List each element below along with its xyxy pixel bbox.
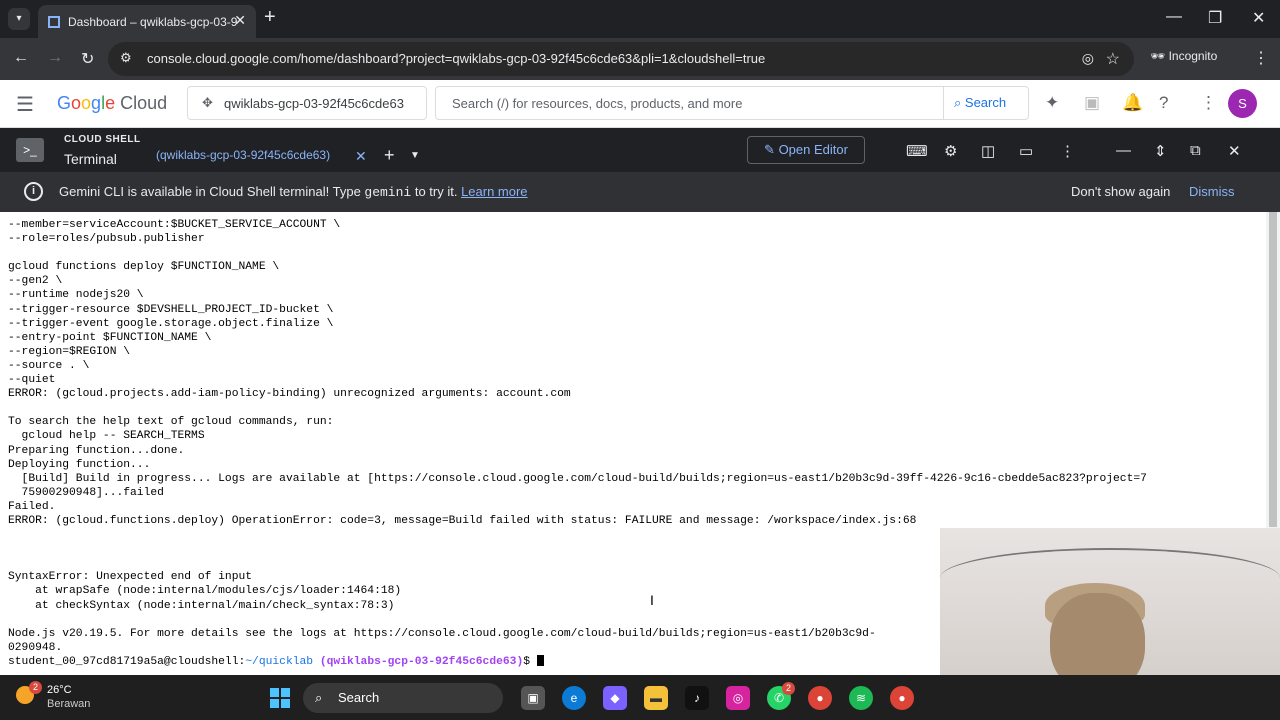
spotify-icon[interactable]: ≋ (849, 686, 873, 710)
address-bar[interactable]: ⚙ console.cloud.google.com/home/dashboar… (108, 42, 1134, 76)
copilot-icon[interactable]: ◆ (603, 686, 627, 710)
weather-widget[interactable]: 26°C Berawan (14, 683, 90, 711)
search-input[interactable]: Search (/) for resources, docs, products… (435, 86, 1029, 120)
prompt-user: student_00_97cd81719a5a@cloudshell: (8, 655, 246, 668)
edge-icon[interactable]: e (562, 686, 586, 710)
search-button[interactable]: ⌕ Search (943, 87, 1028, 119)
close-icon[interactable]: ✕ (1252, 8, 1265, 28)
minimize-icon[interactable]: — (1166, 8, 1182, 26)
tab-title: Dashboard – qwiklabs-gcp-03-92f45c6cde63 (68, 14, 238, 29)
learn-more-link[interactable]: Learn more (461, 184, 527, 199)
more-icon[interactable]: ⋮ (1060, 142, 1075, 160)
minimize-panel-icon[interactable]: — (1116, 142, 1131, 159)
nav-menu-icon[interactable]: ☰ (16, 92, 34, 117)
cloud-shell-label: CLOUD SHELL (64, 134, 141, 145)
tab-favicon-icon (48, 15, 60, 28)
tab-close-icon[interactable]: ✕ (234, 12, 246, 29)
cloud-shell-title: Terminal (64, 151, 117, 167)
address-bar-row: ← → ↻ ⚙ console.cloud.google.com/home/da… (0, 38, 1280, 80)
browser-menu-icon[interactable]: ⋮ (1253, 48, 1269, 68)
file-explorer-icon[interactable]: ▬ (644, 686, 668, 710)
tab-session[interactable]: (qwiklabs-gcp-03-92f45c6cde63) (156, 148, 331, 174)
back-icon[interactable]: ← (13, 49, 29, 67)
chrome-icon[interactable]: ● (808, 686, 832, 710)
project-picker[interactable]: ✥ qwiklabs-gcp-03-92f45c6cde63 (187, 86, 427, 120)
webcam-person (1050, 593, 1145, 675)
cloud-shell-icon[interactable]: ▣ (1084, 93, 1100, 113)
info-icon: i (24, 182, 43, 201)
browser-tab[interactable]: Dashboard – qwiklabs-gcp-03-92f45c6cde63… (38, 5, 256, 38)
resize-panel-icon[interactable]: ⇕ (1154, 142, 1167, 160)
webcam-overlay (940, 528, 1280, 675)
eye-off-icon[interactable]: ◎ (1082, 50, 1094, 67)
close-panel-icon[interactable]: ✕ (1228, 142, 1241, 160)
project-name: qwiklabs-gcp-03-92f45c6cde63 (224, 96, 404, 111)
chevron-down-icon[interactable]: ▼ (410, 150, 420, 161)
project-icon: ✥ (202, 95, 213, 110)
console-header: ☰ Google Cloud ✥ qwiklabs-gcp-03-92f45c6… (0, 80, 1280, 128)
prompt-project: (qwiklabs-gcp-03-92f45c6cde63) (319, 655, 524, 668)
search-placeholder: Search (/) for resources, docs, products… (452, 96, 743, 111)
notice-message: Gemini CLI is available in Cloud Shell t… (59, 184, 528, 200)
new-tab-button[interactable]: + (264, 6, 276, 29)
settings-kebab-icon[interactable]: ⋮ (1200, 93, 1217, 113)
tab-search-icon[interactable]: ▾ (8, 8, 30, 30)
site-settings-icon[interactable]: ⚙ (120, 50, 132, 66)
forward-icon[interactable]: → (47, 49, 63, 67)
avatar[interactable]: S (1228, 89, 1257, 118)
prompt-end: $ (523, 655, 537, 668)
task-view-icon[interactable]: ▣ (521, 686, 545, 710)
help-icon[interactable]: ? (1159, 93, 1168, 113)
cloud-shell-toolbar: >_ CLOUD SHELL Terminal (qwiklabs-gcp-03… (0, 128, 1280, 174)
chrome-incognito-icon[interactable]: ● (890, 686, 914, 710)
windows-taskbar: 2 26°C Berawan ⌕ Search ▣ e ◆ ▬ ♪ ◎ ✆ 2 ●… (0, 675, 1280, 720)
session-close-icon[interactable]: ✕ (355, 148, 367, 165)
gemini-notice: i Gemini CLI is available in Cloud Shell… (0, 172, 1280, 212)
gemini-icon[interactable]: ✦ (1045, 93, 1059, 113)
web-preview-icon[interactable]: ◫ (981, 142, 995, 160)
windows-start-icon[interactable] (270, 688, 290, 708)
incognito-indicator[interactable]: 🕶 Incognito (1150, 49, 1217, 63)
gear-icon[interactable]: ⚙ (944, 142, 957, 160)
taskbar-search[interactable]: ⌕ Search (303, 683, 503, 713)
terminal-icon: >_ (16, 138, 44, 162)
search-icon: ⌕ (315, 690, 323, 705)
prompt-path: ~/quicklab (245, 655, 314, 668)
terminal-cursor (536, 655, 544, 667)
terminal-scrollbar-thumb[interactable] (1269, 212, 1277, 527)
pencil-icon: ✎ (764, 142, 779, 157)
text-cursor-icon: I (650, 592, 654, 608)
dont-show-again-button[interactable]: Don't show again (1071, 184, 1170, 199)
browser-tab-strip: ▾ Dashboard – qwiklabs-gcp-03-92f45c6cde… (0, 0, 1280, 38)
url-text[interactable]: console.cloud.google.com/home/dashboard?… (147, 51, 765, 66)
tiktok-icon[interactable]: ♪ (685, 686, 709, 710)
dismiss-button[interactable]: Dismiss (1189, 184, 1235, 199)
google-cloud-logo[interactable]: Google Cloud (57, 93, 167, 114)
incognito-label: Incognito (1168, 49, 1218, 63)
maximize-icon[interactable]: ❐ (1208, 8, 1222, 28)
open-new-window-icon[interactable]: ⧉ (1190, 142, 1201, 159)
search-icon: ⌕ (954, 95, 965, 110)
open-editor-button[interactable]: ✎ Open Editor (747, 136, 865, 164)
star-icon[interactable]: ☆ (1106, 49, 1120, 69)
incognito-icon: 🕶 (1150, 49, 1169, 63)
whatsapp-badge: 2 (782, 682, 795, 695)
layout-icon[interactable]: ▭ (1019, 142, 1033, 160)
instagram-icon[interactable]: ◎ (726, 686, 750, 710)
reload-icon[interactable]: ↻ (81, 49, 94, 69)
notifications-icon[interactable]: 🔔 (1122, 93, 1143, 113)
keyboard-icon[interactable]: ⌨ (906, 142, 928, 160)
add-session-icon[interactable]: + (384, 145, 395, 166)
